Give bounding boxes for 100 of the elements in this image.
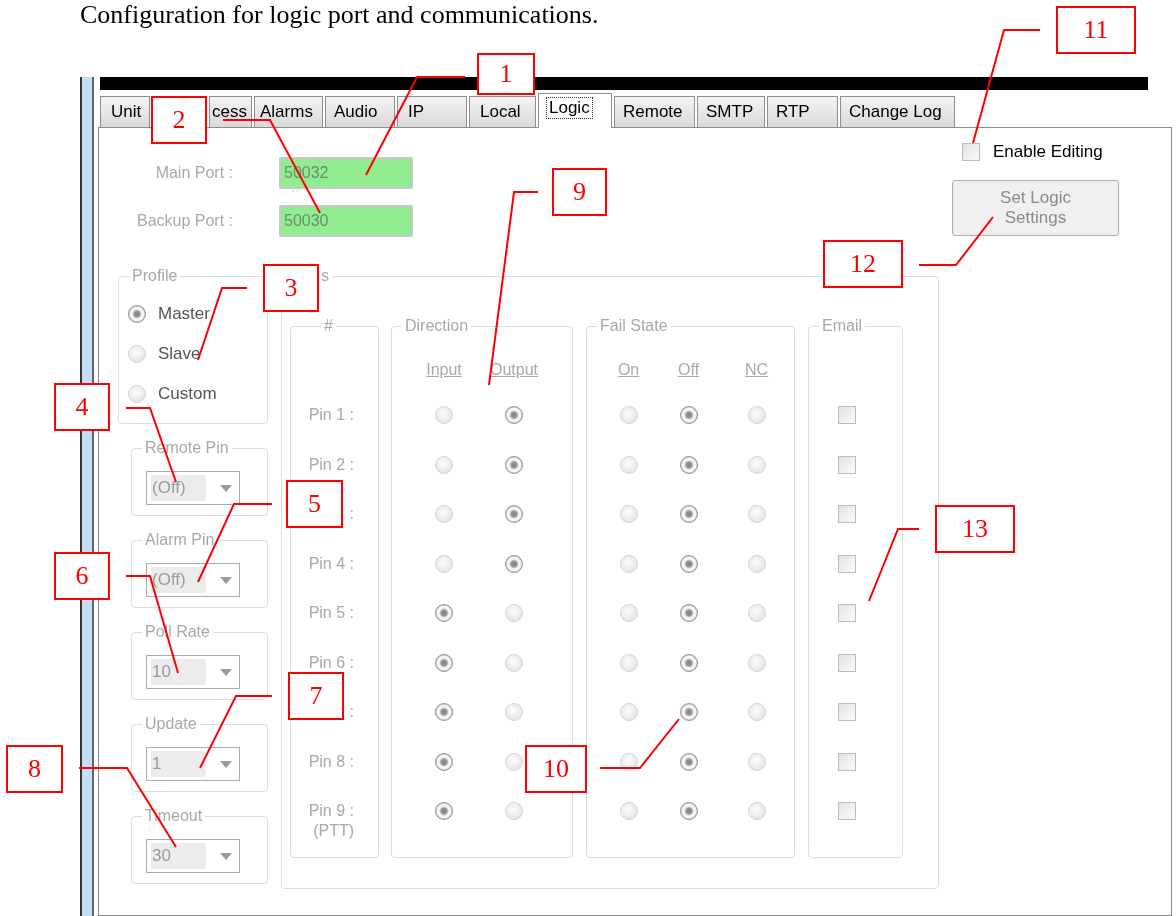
callout-box: 4 [54, 383, 110, 431]
tab[interactable]: Change Log [840, 96, 955, 127]
radio-button[interactable] [619, 554, 638, 573]
radio-button[interactable] [619, 505, 638, 523]
checkbox[interactable] [838, 554, 856, 573]
tab[interactable]: Logic [538, 93, 612, 128]
radio-button[interactable] [435, 802, 453, 820]
radio-button[interactable] [679, 703, 698, 721]
radio-button[interactable] [505, 752, 523, 771]
checkbox[interactable] [838, 406, 856, 424]
field-label: Backup Port : [135, 212, 233, 230]
column-header: Off [677, 361, 701, 379]
field-label: Main Port : [154, 164, 233, 182]
radio-button[interactable] [435, 554, 453, 573]
radio-button[interactable] [619, 703, 638, 721]
radio-button[interactable] [505, 455, 523, 474]
checkbox[interactable] [838, 802, 856, 820]
radio-button[interactable] [435, 653, 453, 672]
group-label: Profile [131, 266, 179, 286]
callout-box: 6 [54, 552, 110, 600]
tab[interactable]: Local [469, 96, 536, 127]
callout-box: 10 [525, 745, 587, 793]
radio-button[interactable] [747, 802, 766, 820]
pin-label: Pin 9 : [308, 801, 354, 821]
radio-button[interactable] [435, 604, 453, 622]
callout-box: 3 [263, 264, 319, 312]
checkbox[interactable] [838, 455, 856, 474]
tab[interactable]: RTP [767, 96, 838, 127]
caret-icon [220, 576, 232, 584]
radio-button[interactable] [435, 406, 453, 424]
radio-button[interactable] [679, 554, 698, 573]
pin-label: Pin 6 : [308, 652, 354, 673]
radio-button[interactable] [435, 752, 453, 771]
radio-button[interactable] [505, 802, 523, 820]
radio-button[interactable] [435, 505, 453, 523]
radio-button[interactable] [128, 345, 146, 363]
radio-button[interactable] [505, 703, 523, 721]
radio-button[interactable] [747, 455, 766, 474]
group-label: s [320, 266, 330, 286]
radio-button[interactable] [679, 406, 698, 424]
tab[interactable]: cess [209, 96, 252, 127]
checkbox[interactable] [838, 505, 856, 523]
radio-button[interactable] [679, 455, 698, 474]
radio-button[interactable] [619, 653, 638, 672]
pin-note: (PTT) [313, 821, 354, 841]
radio-button[interactable] [435, 455, 453, 474]
radio-button[interactable] [128, 385, 146, 403]
radio-button[interactable] [747, 505, 766, 523]
radio-button[interactable] [679, 604, 698, 622]
radio-button[interactable] [505, 554, 523, 573]
group-label: Alarm Pin [144, 530, 216, 550]
checkbox[interactable] [962, 143, 980, 161]
radio-button[interactable] [619, 604, 638, 622]
callout-box: 13 [935, 505, 1015, 553]
callout-box: 9 [552, 168, 607, 216]
radio-button[interactable] [505, 604, 523, 622]
checkbox-label: Enable Editing [993, 142, 1103, 162]
radio-button[interactable] [619, 802, 638, 820]
group-label: Update [144, 714, 198, 734]
radio-button[interactable] [619, 455, 638, 474]
radio-button[interactable] [505, 406, 523, 424]
column-header: On [616, 361, 641, 379]
tab[interactable]: Remote [614, 96, 695, 127]
group-label: Email [821, 316, 863, 336]
radio-button[interactable] [679, 752, 698, 771]
checkbox[interactable] [838, 752, 856, 771]
pin-label: Pin 5 : [308, 603, 354, 623]
radio-label: Master [158, 304, 210, 324]
radio-button[interactable] [619, 406, 638, 424]
pin-label: Pin 8 : [308, 751, 354, 772]
pin-label: Pin 2 : [308, 454, 354, 475]
tab[interactable]: SMTP [697, 96, 765, 127]
radio-button[interactable] [747, 554, 766, 573]
radio-button[interactable] [747, 406, 766, 424]
callout-box: 8 [6, 745, 63, 793]
radio-button[interactable] [747, 653, 766, 672]
caret-icon [220, 760, 232, 768]
tab[interactable]: Unit [100, 96, 150, 127]
radio-button[interactable] [679, 653, 698, 672]
tab[interactable]: Alarms [254, 96, 323, 127]
radio-button[interactable] [505, 505, 523, 523]
tab[interactable]: Audio [325, 96, 395, 127]
pin-label: : [349, 504, 354, 524]
tab[interactable]: IP [397, 96, 467, 127]
radio-button[interactable] [505, 653, 523, 672]
callout-box: 1 [477, 53, 535, 95]
radio-button[interactable] [128, 305, 146, 323]
checkbox[interactable] [838, 604, 856, 622]
checkbox[interactable] [838, 703, 856, 721]
radio-button[interactable] [679, 505, 698, 523]
radio-button[interactable] [747, 703, 766, 721]
caret-icon [220, 668, 232, 676]
checkbox[interactable] [838, 653, 856, 672]
radio-button[interactable] [747, 752, 766, 771]
callout-box: 11 [1056, 6, 1136, 54]
radio-button[interactable] [679, 802, 698, 820]
radio-button[interactable] [435, 703, 453, 721]
radio-label: Slave [158, 344, 201, 364]
radio-button[interactable] [747, 604, 766, 622]
caption-text: Configuration for logic port and communications. [80, 0, 599, 31]
